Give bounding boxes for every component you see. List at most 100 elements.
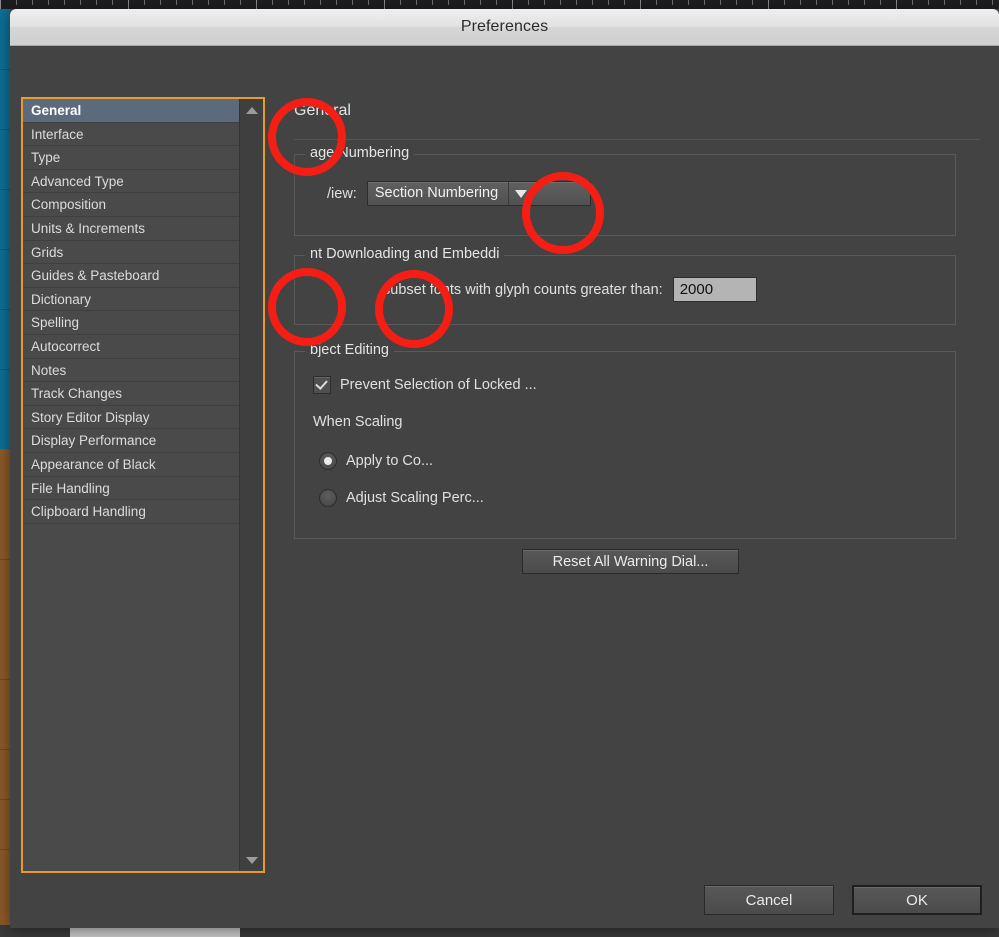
ruler-tick (400, 0, 401, 5)
preferences-main-pane: General age Numbering /iew: Section Numb… (282, 97, 982, 897)
sidebar-item-display-performance[interactable]: Display Performance (23, 429, 240, 453)
ruler-tick (208, 0, 209, 5)
dialog-footer-buttons: Cancel OK (704, 885, 982, 915)
panel-seam (0, 369, 10, 370)
category-list-items[interactable]: General Interface Type Advanced Type Composi… (23, 99, 240, 871)
cancel-button[interactable]: Cancel (704, 885, 834, 915)
ruler-tick (480, 0, 481, 5)
sidebar-item-track-changes[interactable]: Track Changes (23, 382, 240, 406)
ruler-tick (496, 0, 497, 5)
object-editing-legend: bject Editing (305, 342, 394, 358)
font-downloading-group: nt Downloading and Embeddi subset fonts … (294, 246, 956, 325)
page-numbering-legend: age Numbering (305, 145, 415, 161)
reset-all-warning-dialogs-button[interactable]: Reset All Warning Dial... (522, 549, 739, 574)
dialog-body: General Interface Type Advanced Type Composi… (10, 46, 999, 928)
ruler-tick (832, 0, 833, 5)
page-numbering-view-value: Section Numbering (374, 185, 499, 201)
object-editing-group: bject Editing Prevent Selection of Locke… (294, 342, 956, 539)
radio-apply-to-content[interactable]: Apply to Co... (319, 452, 433, 470)
ruler-tick (368, 0, 369, 5)
ruler-tick (656, 0, 657, 5)
page-numbering-group: age Numbering /iew: Section Numbering (294, 145, 956, 236)
sidebar-item-dictionary[interactable]: Dictionary (23, 288, 240, 312)
ruler-tick (272, 0, 273, 5)
ruler-tick (528, 0, 529, 5)
sidebar-item-general[interactable]: General (23, 99, 240, 123)
ruler-tick (416, 0, 417, 5)
sidebar-item-interface[interactable]: Interface (23, 123, 240, 147)
prevent-selection-checkbox[interactable] (313, 376, 331, 394)
triangle-down-icon[interactable] (240, 851, 263, 869)
ruler-tick (16, 0, 17, 5)
ruler-tick (32, 0, 33, 5)
ruler-tick (352, 0, 353, 5)
ruler-tick (752, 0, 753, 5)
subset-fonts-label: subset fonts with glyph counts greater t… (383, 281, 663, 298)
sidebar-item-clipboard-handling[interactable]: Clipboard Handling (23, 500, 240, 524)
subset-glyph-count-input[interactable] (672, 277, 757, 302)
sidebar-item-appearance-of-black[interactable]: Appearance of Black (23, 453, 240, 477)
ruler-tick (224, 0, 225, 5)
when-scaling-label: When Scaling (313, 414, 403, 430)
sidebar-item-guides-pasteboard[interactable]: Guides & Pasteboard (23, 264, 240, 288)
ruler-tick (128, 0, 129, 9)
category-list-scrollbar[interactable] (239, 99, 263, 871)
ruler-tick (928, 0, 929, 5)
view-label: /iew: (327, 185, 357, 202)
pane-title-divider (294, 139, 980, 140)
ok-button[interactable]: OK (852, 885, 982, 915)
horizontal-ruler[interactable] (0, 0, 999, 9)
sidebar-item-type[interactable]: Type (23, 146, 240, 170)
font-downloading-legend: nt Downloading and Embeddi (305, 246, 505, 262)
ruler-tick (560, 0, 561, 5)
prevent-selection-row[interactable]: Prevent Selection of Locked ... (313, 376, 537, 394)
radio-apply-to-content-button[interactable] (319, 452, 337, 470)
ruler-tick (720, 0, 721, 5)
pane-title: General (294, 102, 351, 119)
chevron-down-icon[interactable] (508, 182, 533, 205)
ruler-tick (592, 0, 593, 5)
ruler-tick (816, 0, 817, 5)
ruler-tick (160, 0, 161, 5)
sidebar-item-notes[interactable]: Notes (23, 359, 240, 383)
ruler-tick (256, 0, 257, 9)
radio-adjust-scaling-percentage[interactable]: Adjust Scaling Perc... (319, 489, 484, 507)
ruler-tick (432, 0, 433, 5)
ruler-tick (176, 0, 177, 5)
ruler-tick (896, 0, 897, 9)
sidebar-item-advanced-type[interactable]: Advanced Type (23, 170, 240, 194)
ruler-tick (672, 0, 673, 5)
ruler-tick (320, 0, 321, 5)
ruler-tick (48, 0, 49, 5)
bottom-panel-right (160, 927, 240, 937)
ruler-tick (912, 0, 913, 5)
ruler-tick (0, 0, 1, 9)
ruler-tick (544, 0, 545, 5)
sidebar-item-composition[interactable]: Composition (23, 193, 240, 217)
ruler-tick (976, 0, 977, 5)
ruler-tick (336, 0, 337, 5)
dialog-titlebar[interactable]: Preferences (10, 9, 999, 46)
sidebar-item-grids[interactable]: Grids (23, 241, 240, 265)
page-numbering-view-select[interactable]: Section Numbering (366, 181, 591, 206)
sidebar-item-units-increments[interactable]: Units & Increments (23, 217, 240, 241)
radio-adjust-scaling-percentage-button[interactable] (319, 489, 337, 507)
ruler-tick (960, 0, 961, 5)
ruler-tick (112, 0, 113, 5)
sidebar-item-file-handling[interactable]: File Handling (23, 477, 240, 501)
sidebar-item-autocorrect[interactable]: Autocorrect (23, 335, 240, 359)
preferences-dialog: Preferences General Interface Type Advanced… (10, 9, 999, 928)
dialog-title: Preferences (460, 18, 549, 35)
sidebar-item-spelling[interactable]: Spelling (23, 311, 240, 335)
category-list[interactable]: General Interface Type Advanced Type Composi… (21, 97, 265, 873)
ruler-tick (992, 0, 993, 5)
panel-seam (0, 129, 10, 130)
prevent-selection-label: Prevent Selection of Locked ... (340, 377, 537, 393)
sidebar-item-story-editor-display[interactable]: Story Editor Display (23, 406, 240, 430)
ruler-tick (384, 0, 385, 9)
ruler-tick (784, 0, 785, 5)
ruler-tick (576, 0, 577, 5)
triangle-up-icon[interactable] (240, 101, 263, 119)
ruler-tick (96, 0, 97, 5)
ruler-tick (80, 0, 81, 5)
